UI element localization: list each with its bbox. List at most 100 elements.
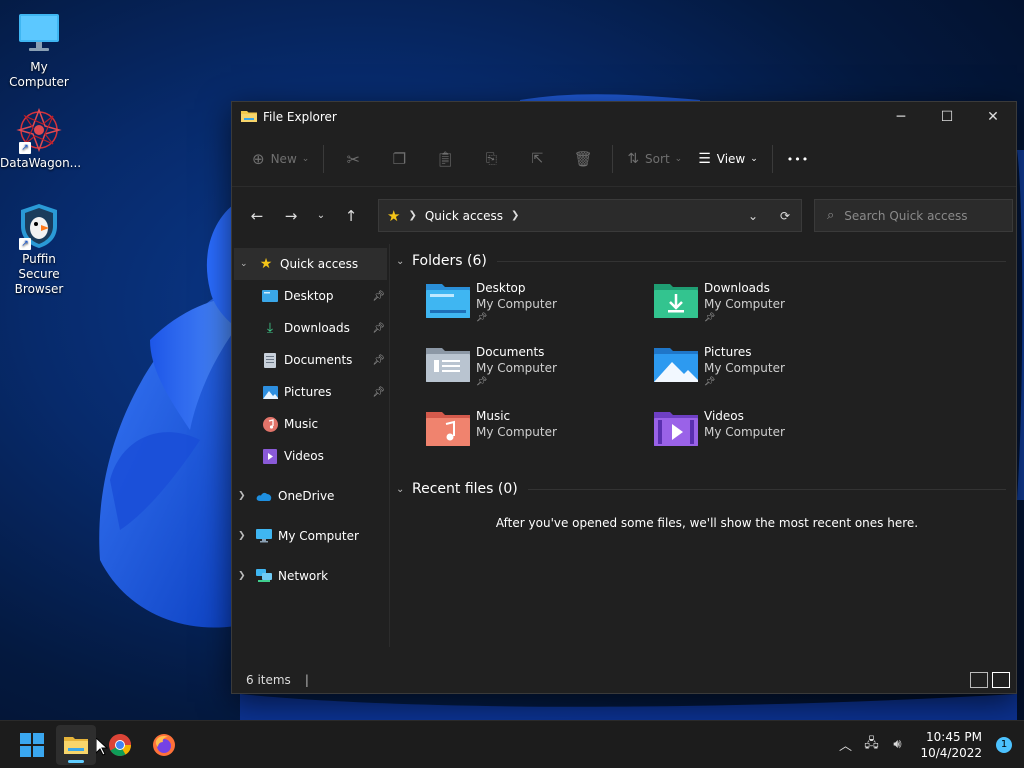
videos-folder-icon	[654, 412, 698, 446]
sidebar-item-documents[interactable]: Documents 📌︎	[232, 344, 389, 376]
item-count: 6 items	[246, 673, 291, 687]
folder-tile-documents[interactable]: Documents My Computer 📌︎	[426, 340, 654, 404]
chevron-down-icon: ⌄	[301, 154, 310, 164]
desktop-icon-label: My Computer	[9, 60, 69, 89]
folder-tile-music[interactable]: Music My Computer	[426, 404, 654, 468]
folder-name: Music	[476, 409, 511, 423]
mouse-cursor-icon	[96, 738, 108, 756]
copy-button[interactable]: ❐	[376, 143, 422, 175]
chevron-down-icon[interactable]: ⌄	[240, 259, 258, 269]
recent-files-section-header[interactable]: ⌄ Recent files (0)	[396, 474, 1006, 504]
chevron-down-icon[interactable]: ⌄	[396, 256, 412, 267]
maximize-button[interactable]: ☐	[924, 102, 970, 132]
sidebar-item-downloads[interactable]: ⤓ Downloads 📌︎	[232, 312, 389, 344]
navigation-pane: ⌄ ★ Quick access Desktop 📌︎ ⤓ Downloads …	[232, 244, 390, 647]
folder-name: Videos	[704, 409, 744, 423]
folder-tile-downloads[interactable]: Downloads My Computer 📌︎	[654, 276, 882, 340]
recent-files-heading: Recent files (0)	[412, 481, 518, 497]
folder-tile-desktop[interactable]: Desktop My Computer 📌︎	[426, 276, 654, 340]
back-button[interactable]: ←	[240, 200, 274, 232]
folder-tile-videos[interactable]: Videos My Computer	[654, 404, 882, 468]
folder-grid: Desktop My Computer 📌︎ Downloads My Comp…	[396, 276, 1006, 468]
view-button[interactable]: ☰ View ⌄	[690, 143, 766, 175]
chevron-right-icon[interactable]: ❯	[238, 531, 256, 541]
folder-icon	[64, 736, 88, 754]
search-icon: ⌕	[827, 208, 835, 223]
sidebar-item-desktop[interactable]: Desktop 📌︎	[232, 280, 389, 312]
delete-button[interactable]: 🗑︎	[560, 143, 606, 175]
desktop-icon-datawagon[interactable]: ↗ DataWagon...	[0, 106, 81, 171]
rename-icon: ⎘	[485, 151, 497, 167]
puffin-icon: ↗	[15, 202, 63, 250]
desktop-icon-puffin[interactable]: ↗ Puffin Secure Browser	[0, 202, 78, 297]
large-icons-view-button[interactable]	[992, 672, 1010, 688]
address-dropdown-button[interactable]: ⌄	[737, 209, 769, 223]
command-bar: ⊕ New ⌄ ✂ ❐ 📋︎ ⎘ ⇱ 🗑︎ ⇅ Sort ⌄ ☰ View ⌄ …	[232, 132, 1016, 187]
sort-button[interactable]: ⇅ Sort ⌄	[619, 143, 690, 175]
clock[interactable]: 10:45 PM 10/4/2022	[920, 729, 982, 761]
view-label: View	[716, 152, 746, 166]
sidebar-item-label: Music	[284, 417, 319, 431]
sidebar-item-my-computer[interactable]: ❯ My Computer	[232, 520, 389, 552]
sidebar-item-pictures[interactable]: Pictures 📌︎	[232, 376, 389, 408]
file-explorer-window: File Explorer ─ ☐ ✕ ⊕ New ⌄ ✂ ❐ 📋︎ ⎘ ⇱ 🗑…	[231, 101, 1017, 694]
sidebar-item-label: Pictures	[284, 385, 332, 399]
sidebar-item-label: Downloads	[284, 321, 350, 335]
sidebar-item-videos[interactable]: Videos	[232, 440, 389, 472]
folder-location: My Computer	[476, 425, 557, 439]
up-button[interactable]: ↑	[334, 200, 368, 232]
folders-section-header[interactable]: ⌄ Folders (6)	[396, 246, 1006, 276]
sidebar-item-onedrive[interactable]: ❯ OneDrive	[232, 480, 389, 512]
taskbar-file-explorer[interactable]	[56, 724, 96, 765]
paste-button[interactable]: 📋︎	[422, 143, 468, 175]
folder-tile-pictures[interactable]: Pictures My Computer 📌︎	[654, 340, 882, 404]
address-bar[interactable]: ★ ❯ Quick access ❯ ⌄ ⟳	[378, 199, 802, 232]
recent-locations-button[interactable]: ⌄	[308, 200, 334, 232]
network-icon[interactable]: 🖧︎	[858, 734, 884, 756]
sidebar-item-label: My Computer	[278, 529, 359, 543]
chevron-down-icon: ⌄	[674, 154, 683, 164]
breadcrumb-quick-access[interactable]: Quick access	[425, 209, 503, 223]
rename-button[interactable]: ⎘	[468, 143, 514, 175]
minimize-button[interactable]: ─	[878, 102, 924, 132]
taskbar-firefox[interactable]	[144, 725, 184, 765]
music-icon	[262, 416, 278, 432]
star-icon: ★	[387, 206, 401, 225]
sidebar-item-music[interactable]: Music	[232, 408, 389, 440]
show-hidden-icons-button[interactable]: ︿	[832, 735, 858, 754]
more-icon: •••	[786, 152, 810, 166]
share-button[interactable]: ⇱	[514, 143, 560, 175]
toolbar-separator	[323, 145, 325, 173]
refresh-button[interactable]: ⟳	[769, 209, 801, 223]
clock-date: 10/4/2022	[920, 745, 982, 760]
document-icon	[262, 352, 278, 368]
more-options-button[interactable]: •••	[779, 143, 817, 175]
share-icon: ⇱	[531, 151, 544, 167]
search-box[interactable]: ⌕	[814, 199, 1013, 232]
desktop-icon-my-computer[interactable]: My Computer	[0, 10, 78, 90]
breadcrumb-chevron-icon[interactable]: ❯	[511, 210, 519, 221]
title-bar[interactable]: File Explorer ─ ☐ ✕	[232, 102, 1016, 132]
sort-icon: ⇅	[627, 151, 640, 167]
cut-button[interactable]: ✂	[330, 143, 376, 175]
volume-icon[interactable]: 🔊︎	[884, 737, 910, 752]
content-pane: ⌄ Folders (6) Desktop My Computer 📌︎ Dow…	[390, 244, 1016, 647]
notification-badge[interactable]: 1	[996, 736, 1012, 753]
forward-button[interactable]: →	[274, 200, 308, 232]
pin-icon: 📌︎	[704, 313, 716, 323]
folder-location: My Computer	[704, 425, 785, 439]
status-separator: |	[304, 673, 309, 687]
chevron-down-icon[interactable]: ⌄	[396, 484, 412, 495]
close-button[interactable]: ✕	[970, 102, 1016, 132]
sidebar-item-network[interactable]: ❯ Network	[232, 560, 389, 592]
chevron-right-icon[interactable]: ❯	[238, 491, 256, 501]
chevron-right-icon[interactable]: ❯	[238, 571, 256, 581]
start-button[interactable]	[12, 725, 52, 765]
new-label: New	[270, 152, 297, 166]
new-button[interactable]: ⊕ New ⌄	[244, 143, 317, 175]
details-view-button[interactable]	[970, 672, 988, 688]
sidebar-item-label: OneDrive	[278, 489, 335, 503]
sidebar-item-quick-access[interactable]: ⌄ ★ Quick access	[234, 248, 387, 280]
search-input[interactable]	[844, 208, 995, 223]
view-list-icon: ☰	[698, 151, 711, 167]
